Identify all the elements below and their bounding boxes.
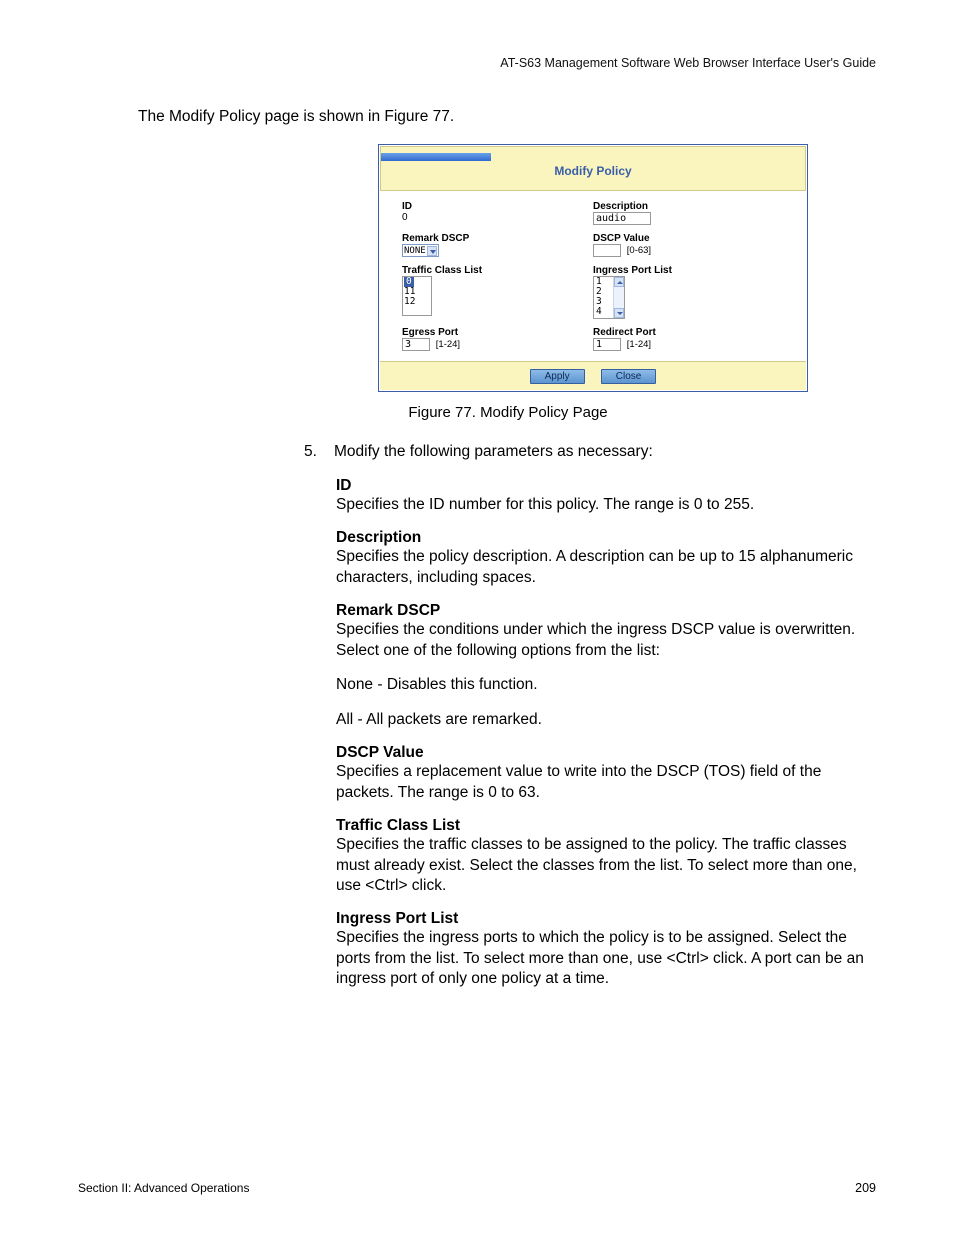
list-item[interactable]: 12 [404,296,415,307]
remark-dscp-value: NONE [404,246,426,256]
title-accent-bar [381,153,491,161]
apply-button[interactable]: Apply [530,369,585,384]
figure-title: Modify Policy [381,164,805,178]
page-content: The Modify Policy page is shown in Figur… [138,108,878,1004]
def-desc-dscp-value: Specifies a replacement value to write i… [336,762,876,803]
remark-dscp-select[interactable]: NONE [402,244,439,257]
redirect-port-input[interactable]: 1 [593,338,621,351]
def-desc-description: Specifies the policy description. A desc… [336,547,876,588]
def-term-dscp-value: DSCP Value [336,744,876,762]
footer-page-number: 209 [855,1181,876,1195]
footer-section: Section II: Advanced Operations [78,1181,249,1195]
def-term-id: ID [336,477,876,495]
dscp-range: [0-63] [627,245,651,256]
scroll-up-icon[interactable] [614,277,624,287]
doc-header: AT-S63 Management Software Web Browser I… [500,56,876,70]
chevron-down-icon [427,246,437,256]
id-label: ID [402,201,593,212]
close-button[interactable]: Close [601,369,657,384]
remark-option-none: None - Disables this function. [336,675,876,695]
def-desc-id: Specifies the ID number for this policy.… [336,495,876,515]
id-value: 0 [402,212,593,223]
description-label: Description [593,201,784,212]
step-5: 5. Modify the following parameters as ne… [298,443,878,461]
def-desc-traffic-class-list: Specifies the traffic classes to be assi… [336,835,876,896]
traffic-class-listbox[interactable]: 0 11 12 [402,276,432,316]
list-item[interactable]: 4 [596,306,602,317]
figure-button-bar: Apply Close [380,361,806,390]
def-term-traffic-class-list: Traffic Class List [336,817,876,835]
redirect-port-label: Redirect Port [593,327,784,338]
egress-port-label: Egress Port [402,327,593,338]
def-term-description: Description [336,529,876,547]
dscp-value-label: DSCP Value [593,233,784,244]
remark-dscp-label: Remark DSCP [402,233,593,244]
def-term-remark-dscp: Remark DSCP [336,602,876,620]
description-input[interactable]: audio [593,212,651,225]
ingress-port-listbox[interactable]: 1 2 3 4 [593,276,625,319]
step-number: 5. [298,443,334,461]
parameter-definitions: ID Specifies the ID number for this poli… [336,477,876,990]
intro-text: The Modify Policy page is shown in Figur… [138,108,878,126]
figure-caption: Figure 77. Modify Policy Page [138,404,878,421]
ingress-port-list-label: Ingress Port List [593,265,784,276]
step-text: Modify the following parameters as neces… [334,443,653,461]
dscp-value-input[interactable] [593,244,621,257]
def-desc-ingress-port-list: Specifies the ingress ports to which the… [336,928,876,989]
remark-option-all: All - All packets are remarked. [336,710,876,730]
redirect-range: [1-24] [627,339,651,350]
def-term-ingress-port-list: Ingress Port List [336,910,876,928]
figure-title-bar: Modify Policy [380,146,806,191]
scroll-down-icon[interactable] [614,308,624,318]
egress-port-input[interactable]: 3 [402,338,430,351]
figure-77: Modify Policy ID 0 Description audio Rem… [378,144,808,392]
egress-range: [1-24] [436,339,460,350]
def-desc-remark-dscp: Specifies the conditions under which the… [336,620,876,661]
traffic-class-list-label: Traffic Class List [402,265,593,276]
